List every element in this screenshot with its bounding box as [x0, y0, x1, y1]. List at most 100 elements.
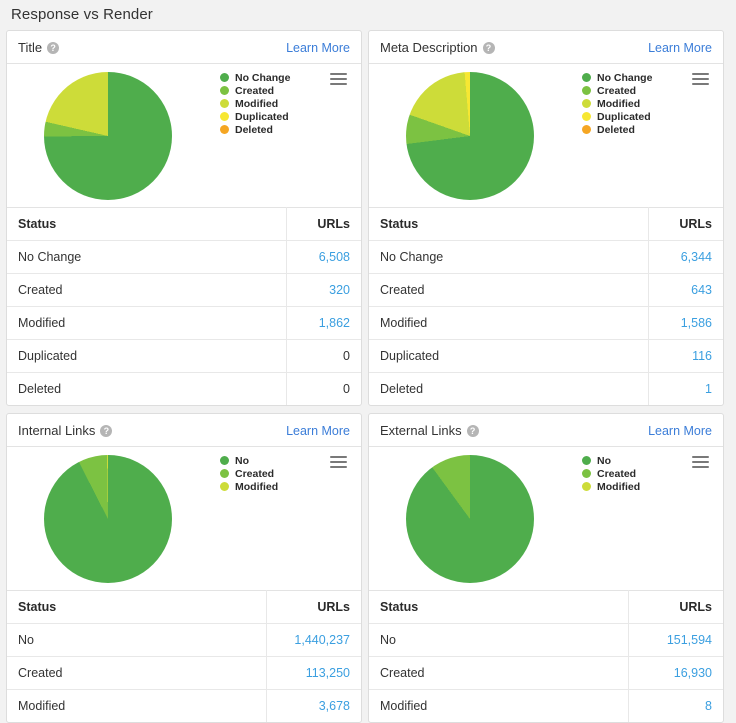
column-header-urls: URLs [266, 590, 361, 624]
chart-menu-icon[interactable] [330, 456, 347, 471]
url-count-link[interactable]: 1,586 [681, 316, 712, 330]
legend-item[interactable]: Modified [220, 98, 290, 110]
chart-menu-icon[interactable] [692, 73, 709, 88]
url-count-link[interactable]: 1,440,237 [294, 633, 350, 647]
table-row: No Change 6,508 [7, 240, 361, 274]
legend-item[interactable]: Duplicated [220, 111, 290, 123]
legend-item[interactable]: Modified [220, 481, 278, 493]
learn-more-link[interactable]: Learn More [648, 424, 712, 438]
url-count-link[interactable]: 116 [692, 349, 712, 363]
help-icon[interactable]: ? [482, 41, 495, 54]
urls-cell[interactable]: 6,508 [286, 240, 361, 274]
url-count-link[interactable]: 1 [705, 382, 712, 396]
legend-color-dot [582, 456, 591, 465]
url-count-link[interactable]: 643 [691, 283, 712, 297]
urls-cell[interactable]: 6,344 [648, 240, 723, 274]
help-icon[interactable]: ? [100, 424, 113, 437]
url-count-link[interactable]: 1,862 [319, 316, 350, 330]
legend-item[interactable]: No Change [220, 71, 291, 84]
url-count-link[interactable]: 151,594 [667, 633, 712, 647]
page-title: Response vs Render [11, 6, 153, 23]
learn-more-link[interactable]: Learn More [286, 424, 350, 438]
url-count-value: 0 [343, 382, 350, 396]
pie-chart-title[interactable] [44, 72, 172, 200]
table-row: Modified 3,678 [7, 689, 361, 722]
legend-item[interactable]: Created [220, 468, 278, 480]
legend-label: Modified [597, 97, 641, 110]
urls-cell[interactable]: 643 [648, 273, 723, 307]
url-count-link[interactable]: 3,678 [319, 699, 350, 713]
chart-menu-icon[interactable] [692, 456, 709, 471]
legend-color-dot [220, 469, 229, 478]
urls-cell[interactable]: 1,586 [648, 306, 723, 340]
learn-more-link[interactable]: Learn More [648, 41, 712, 55]
panel-title-text: Internal Links [18, 423, 96, 438]
legend-item[interactable]: Deleted [220, 124, 290, 136]
table-header-row: Status URLs [7, 590, 361, 624]
legend-color-dot [220, 125, 229, 134]
urls-cell[interactable]: 1,862 [286, 306, 361, 340]
urls-cell[interactable]: 1,440,237 [266, 623, 361, 657]
legend-item[interactable]: Modified [582, 480, 641, 493]
help-icon[interactable]: ? [466, 424, 479, 437]
table-row: Deleted 0 [7, 372, 361, 405]
chart-area-title: No Change Created Modified Duplicated Delete… [7, 64, 361, 207]
chart-menu-icon[interactable] [330, 73, 347, 88]
column-header-urls: URLs [648, 207, 723, 241]
url-count-link[interactable]: 6,344 [681, 250, 712, 264]
legend-item[interactable]: Deleted [582, 123, 652, 136]
legend-color-dot [582, 86, 591, 95]
table-row: No 1,440,237 [7, 623, 361, 657]
panel-title-text: Title [18, 40, 43, 55]
legend-label: Modified [597, 480, 641, 493]
legend-item[interactable]: Duplicated [582, 111, 652, 123]
status-label: Modified [380, 699, 428, 713]
legend-label: Created [597, 467, 637, 480]
status-label: Deleted [18, 382, 62, 396]
status-label: Created [369, 273, 649, 307]
legend-item[interactable]: Created [220, 85, 290, 97]
status-label: No [369, 623, 629, 657]
status-label: No Change [369, 240, 649, 274]
url-count-link[interactable]: 6,508 [319, 250, 350, 264]
panel-header: Meta Description? Learn More [369, 31, 723, 64]
status-label: Modified [18, 699, 66, 713]
chart-area-external-links: No Created Modified [369, 447, 723, 590]
pie-chart-internal-links[interactable] [44, 455, 172, 583]
legend-item[interactable]: No [582, 455, 640, 467]
urls-cell[interactable]: 3,678 [266, 689, 361, 722]
pie-chart-meta-description[interactable] [406, 72, 534, 200]
urls-cell[interactable]: 113,250 [266, 656, 361, 690]
url-count-link[interactable]: 320 [329, 283, 350, 297]
urls-cell[interactable]: 320 [286, 273, 361, 307]
legend-label: Deleted [597, 123, 635, 136]
url-count-link[interactable]: 8 [705, 699, 712, 713]
help-icon[interactable]: ? [47, 41, 60, 54]
stats-table-meta-description: Status URLs No Change 6,344 Created 643 Modifi… [369, 207, 723, 405]
legend-item[interactable]: Modified [582, 97, 652, 110]
table-row: Modified 1,862 [7, 306, 361, 340]
legend-item[interactable]: No [220, 454, 278, 467]
legend-item[interactable]: Created [582, 85, 652, 97]
stats-table-external-links: Status URLs No 151,594 Created 16,930 Modified… [369, 590, 723, 722]
urls-cell[interactable]: 16,930 [628, 656, 723, 690]
legend-item[interactable]: Created [582, 467, 640, 480]
panel-title: Title? Learn More No Change Created Modified… [6, 30, 362, 406]
urls-cell[interactable]: 1 [648, 372, 723, 405]
urls-cell[interactable]: 151,594 [628, 623, 723, 657]
url-count-link[interactable]: 113,250 [306, 666, 350, 680]
urls-cell[interactable]: 8 [628, 689, 723, 722]
legend-label: No Change [235, 71, 291, 84]
urls-cell[interactable]: 116 [648, 339, 723, 373]
column-header-status: Status [7, 207, 287, 241]
url-count-value: 0 [343, 349, 350, 363]
column-header-status: Status [7, 590, 267, 624]
url-count-link[interactable]: 16,930 [674, 666, 712, 680]
legend-label: No [235, 454, 249, 467]
legend-item[interactable]: No Change [582, 72, 652, 84]
pie-slices [44, 72, 172, 200]
legend-color-dot [220, 99, 229, 108]
learn-more-link[interactable]: Learn More [286, 41, 350, 55]
pie-chart-external-links[interactable] [406, 455, 534, 583]
panel-external-links: External Links? Learn More No Created Modifi… [368, 413, 724, 723]
